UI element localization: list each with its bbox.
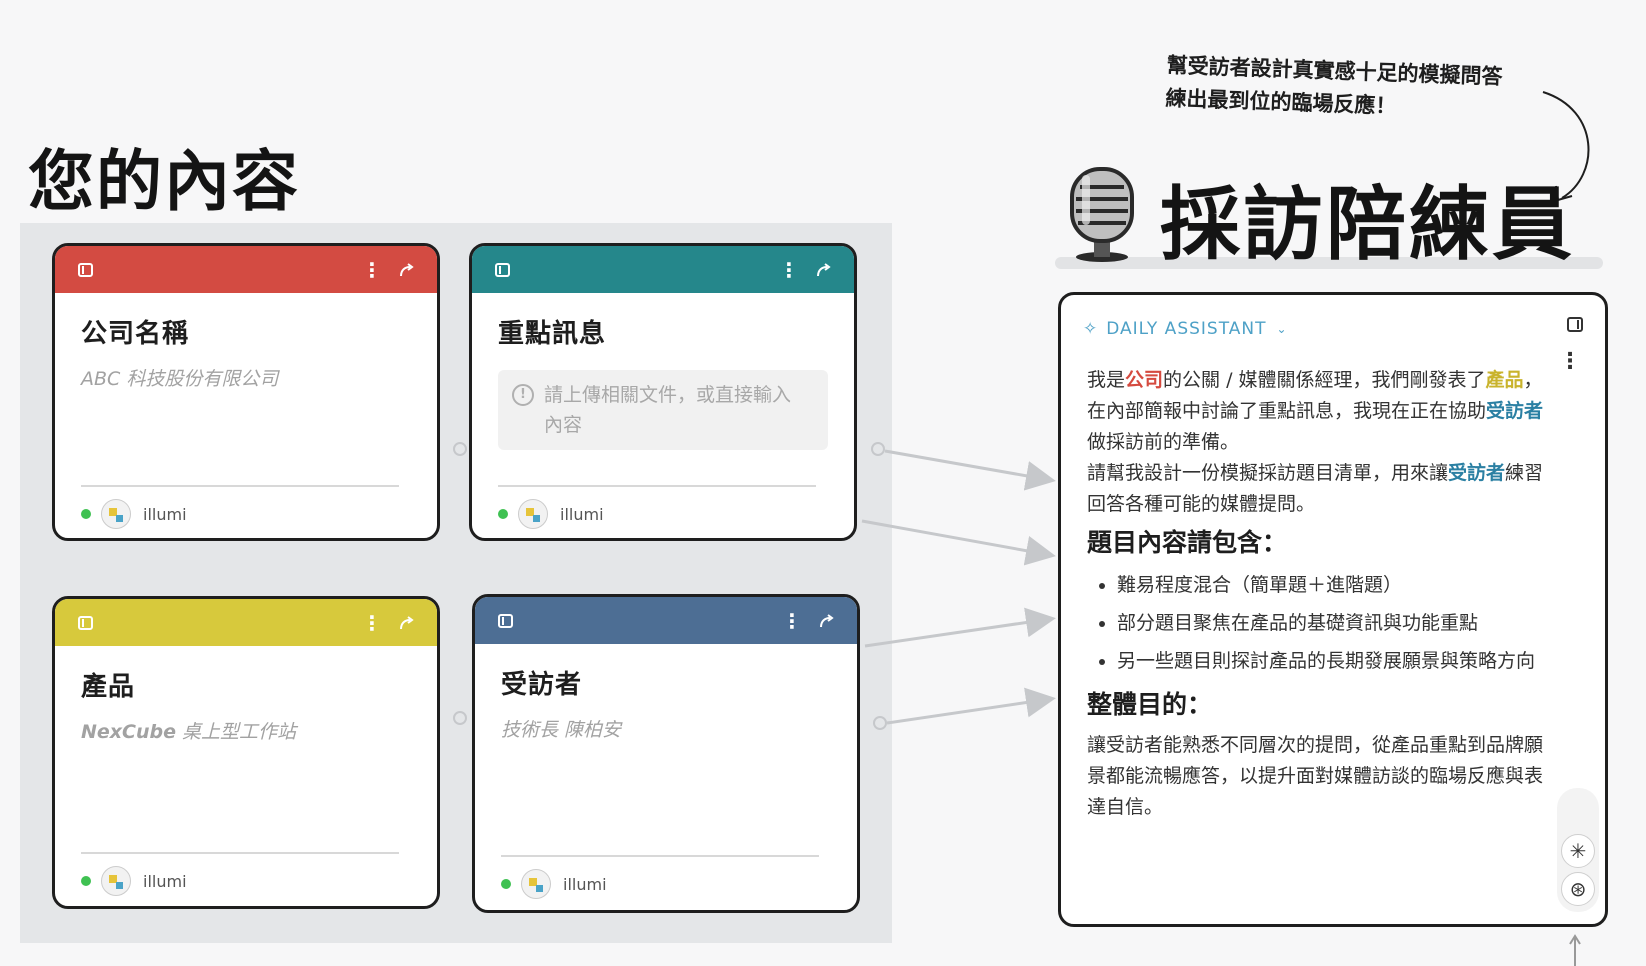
- text: 做採訪前的準備。: [1087, 431, 1240, 453]
- prompt-paragraph: 請幫我設計一份模擬採訪題目清單，用來讓受訪者練習回答各種可能的媒體提問。: [1087, 458, 1547, 520]
- section-heading: 題目內容請包含：: [1087, 528, 1288, 557]
- microphone-icon: [1064, 165, 1140, 267]
- text: 我是: [1087, 369, 1126, 391]
- assistant-selector[interactable]: ✧ DAILY ASSISTANT ⌄: [1083, 319, 1288, 339]
- claude-model-icon[interactable]: ✳: [1561, 834, 1595, 868]
- keyword-product: 產品: [1485, 369, 1524, 391]
- keyword-interviewee: 受訪者: [1448, 462, 1506, 484]
- text: 的公關 / 媒體關係經理，我們剛發表了: [1163, 369, 1486, 391]
- section-heading: 整體目的：: [1087, 690, 1213, 719]
- tagline: 幫受訪者設計真實感十足的模擬問答 練出最到位的臨場反應！: [1165, 49, 1503, 127]
- list-item: 部分題目聚焦在產品的基礎資訊與功能重點: [1117, 608, 1547, 639]
- hero-title: 採訪陪練員: [1160, 178, 1575, 271]
- model-switcher: ✳ ⊛: [1557, 788, 1599, 912]
- text: 請幫我設計一份模擬採訪題目清單，用來讓: [1087, 462, 1449, 484]
- prompt-content[interactable]: 我是公司的公關 / 媒體關係經理，我們剛發表了產品，在內部簡報中討論了重點訊息，…: [1087, 365, 1547, 823]
- panel-toggle-icon[interactable]: [1567, 317, 1583, 332]
- keyword-interviewee: 受訪者: [1486, 400, 1544, 422]
- list-item: 另一些題目則探討產品的長期發展願景與策略方向: [1117, 646, 1547, 677]
- assistant-label: DAILY ASSISTANT: [1106, 319, 1267, 339]
- openai-model-icon[interactable]: ⊛: [1561, 872, 1595, 906]
- list-item: 難易程度混合（簡單題＋進階題）: [1117, 570, 1547, 601]
- sparkle-icon: ✧: [1083, 319, 1099, 339]
- keyword-company: 公司: [1125, 369, 1164, 391]
- assistant-panel: ✧ DAILY ASSISTANT ⌄ ⋮ 我是公司的公關 / 媒體關係經理，我…: [1058, 292, 1608, 927]
- prompt-paragraph: 我是公司的公關 / 媒體關係經理，我們剛發表了產品，在內部簡報中討論了重點訊息，…: [1087, 365, 1547, 458]
- more-options-icon[interactable]: ⋮: [1559, 351, 1581, 373]
- requirements-list: 難易程度混合（簡單題＋進階題） 部分題目聚焦在產品的基礎資訊與功能重點 另一些題…: [1087, 570, 1547, 677]
- prompt-paragraph: 讓受訪者能熟悉不同層次的提問，從產品重點到品牌願景都能流暢應答，以提升面對媒體訪…: [1087, 734, 1544, 818]
- chevron-down-icon: ⌄: [1276, 322, 1288, 336]
